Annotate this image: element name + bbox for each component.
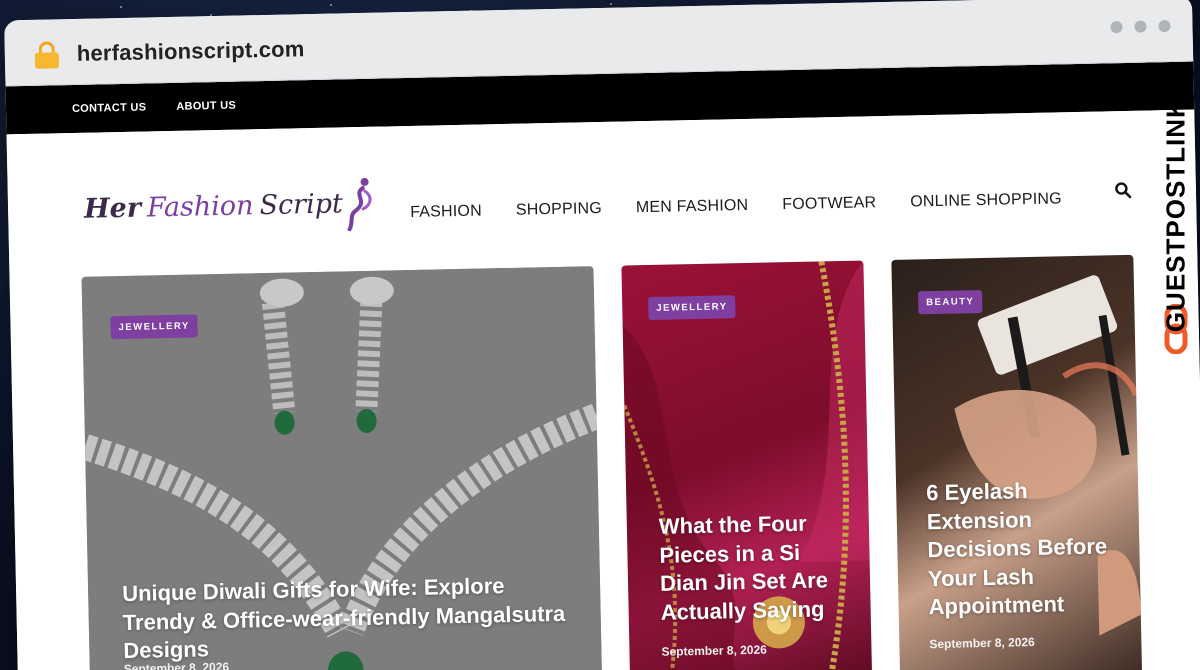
post-card[interactable]: BEAUTY 6 Eyelash Extension Decisions Bef… [891, 254, 1143, 670]
site-content: Her Fashion Script FASHION SHOPPING MEN … [6, 109, 1200, 670]
window-dot-icon[interactable] [1158, 20, 1171, 33]
site-logo[interactable]: Her Fashion Script [84, 175, 376, 237]
post-date: September 8, 2026 [929, 634, 1035, 652]
browser-window: herfashionscript.com CONTACT US ABOUT US… [4, 0, 1200, 670]
nav-item-fashion[interactable]: FASHION [410, 202, 482, 221]
post-card[interactable]: JEWELLERY Unique Diwali Gifts for Wife: … [81, 266, 603, 670]
nav-item-men-fashion[interactable]: MEN FASHION [636, 197, 749, 217]
guestpostlinks-watermark: GUESTPOSTLINKS [1156, 56, 1196, 356]
nav-item-shopping[interactable]: SHOPPING [516, 200, 602, 220]
featured-posts: JEWELLERY Unique Diwali Gifts for Wife: … [81, 254, 1143, 670]
lock-icon [34, 41, 60, 69]
watermark-text: GUESTPOSTLINKS [1160, 79, 1191, 333]
logo-figure-icon [347, 177, 372, 232]
post-date: September 8, 2026 [661, 642, 768, 659]
logo-script: Script [259, 187, 344, 221]
nav-item-footwear[interactable]: FOOTWEAR [782, 194, 876, 214]
post-title[interactable]: Unique Diwali Gifts for Wife: Explore Tr… [122, 571, 572, 666]
post-title[interactable]: What the Four Pieces in a Si Dian Jin Se… [659, 509, 841, 627]
category-badge[interactable]: JEWELLERY [110, 314, 199, 340]
category-badge[interactable]: JEWELLERY [648, 295, 736, 321]
category-badge[interactable]: BEAUTY [918, 290, 983, 315]
site-header: Her Fashion Script FASHION SHOPPING MEN … [7, 110, 1198, 275]
post-title[interactable]: 6 Eyelash Extension Decisions Before You… [926, 475, 1111, 622]
window-dot-icon[interactable] [1110, 21, 1123, 34]
contact-us-link[interactable]: CONTACT US [72, 101, 147, 115]
search-icon[interactable] [1114, 181, 1132, 199]
nav-item-online-shopping[interactable]: ONLINE SHOPPING [910, 190, 1062, 211]
window-dot-icon[interactable] [1134, 20, 1147, 33]
url-text[interactable]: herfashionscript.com [77, 36, 305, 67]
post-card[interactable]: JEWELLERY What the Four Pieces in a Si D… [621, 260, 873, 670]
post-date: September 8, 2026 [123, 659, 230, 670]
window-controls [1110, 20, 1171, 34]
main-nav: FASHION SHOPPING MEN FASHION FOOTWEAR ON… [410, 190, 1062, 222]
about-us-link[interactable]: ABOUT US [176, 100, 236, 113]
logo-her: Her [83, 192, 142, 225]
logo-fashion: Fashion [146, 189, 254, 223]
